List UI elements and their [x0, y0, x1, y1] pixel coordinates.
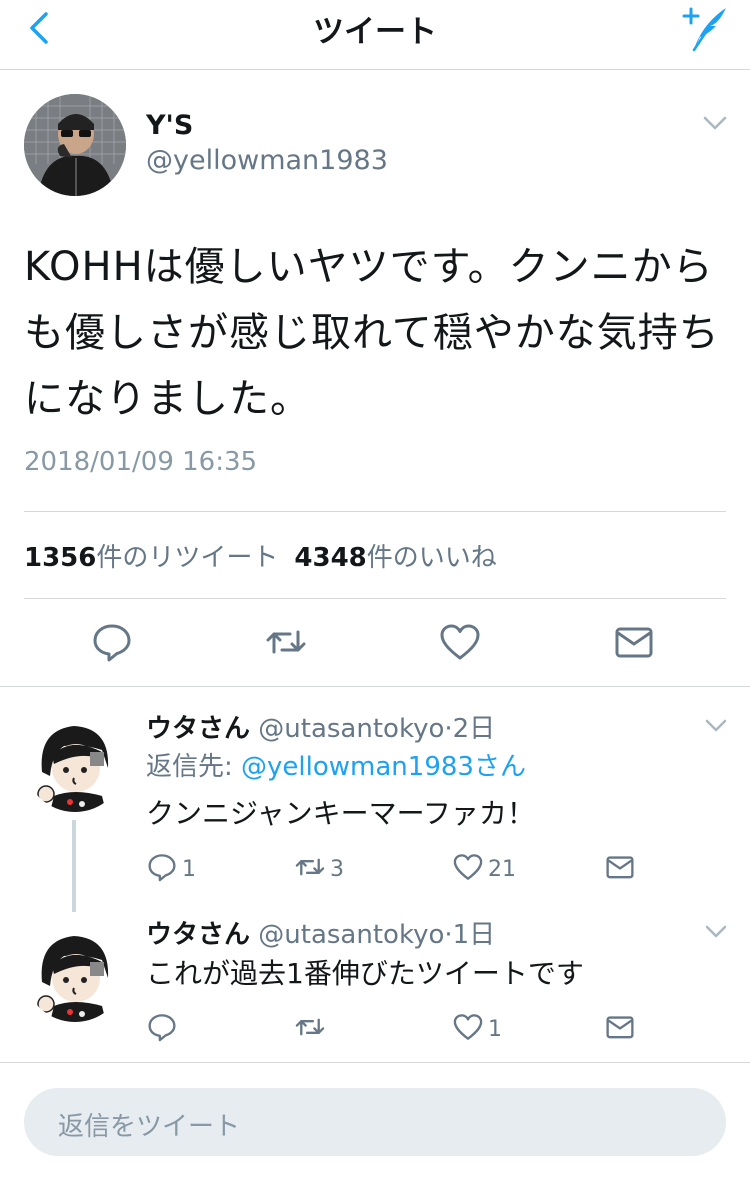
- like-count: 21: [488, 856, 516, 882]
- like-count-label[interactable]: 件のいいね: [367, 543, 497, 573]
- reply-header: ウタさん @utasantokyo·2日: [146, 708, 495, 745]
- like-count[interactable]: 4348: [294, 543, 366, 573]
- chevron-down-icon[interactable]: [702, 716, 730, 736]
- reply-author-name[interactable]: ウタさん: [146, 920, 250, 950]
- separator-dot: ·: [444, 920, 453, 950]
- divider: [24, 511, 726, 512]
- retweet-count-label[interactable]: 件のリツイート: [96, 543, 278, 573]
- message-envelope-icon: [604, 1011, 636, 1047]
- reply-button[interactable]: 1: [146, 851, 196, 887]
- reply-time: 2日: [452, 714, 496, 744]
- reply-avatar[interactable]: [24, 710, 126, 812]
- divider: [0, 1062, 750, 1063]
- top-nav-bar: ツイート: [0, 0, 750, 70]
- message-envelope-icon[interactable]: [612, 620, 656, 664]
- reply-icon[interactable]: [90, 620, 134, 664]
- reply-author-handle[interactable]: @utasantokyo: [258, 714, 444, 744]
- reply-to-line: 返信先: @yellowman1983さん: [146, 746, 526, 783]
- author-handle[interactable]: @yellowman1983: [146, 145, 388, 176]
- reply-to-mention[interactable]: @yellowman1983さん: [241, 752, 526, 782]
- reply-compose-input[interactable]: 返信をツイート: [24, 1088, 726, 1156]
- reply-text: クンニジャンキーマーファカ！: [146, 797, 535, 830]
- like-heart-icon[interactable]: [438, 620, 482, 664]
- separator-dot: ·: [444, 714, 453, 744]
- message-button[interactable]: [604, 851, 636, 887]
- reply-action-bar: 1: [146, 1011, 666, 1047]
- like-button[interactable]: 21: [452, 851, 516, 887]
- reply-button[interactable]: [146, 1011, 182, 1047]
- reply-author-handle[interactable]: @utasantokyo: [258, 920, 444, 950]
- like-heart-icon: [452, 1011, 484, 1047]
- retweet-count[interactable]: 1356: [24, 543, 96, 573]
- reply-author-name[interactable]: ウタさん: [146, 714, 250, 744]
- reply-avatar[interactable]: [24, 920, 126, 1022]
- reply-icon: [146, 851, 178, 887]
- reply-icon: [146, 1011, 178, 1047]
- author-avatar[interactable]: [24, 94, 126, 196]
- chevron-down-icon[interactable]: [700, 112, 730, 134]
- reply-time: 1日: [452, 920, 496, 950]
- author-name[interactable]: Y'S: [146, 110, 193, 141]
- tweet-action-bar: [0, 620, 750, 664]
- retweet-icon: [294, 1011, 326, 1047]
- retweet-button[interactable]: 3: [294, 851, 344, 887]
- like-heart-icon: [452, 851, 484, 887]
- retweet-icon: [294, 851, 326, 887]
- retweet-count: 3: [330, 856, 344, 882]
- thread-connector: [72, 820, 76, 912]
- reply-action-bar: 1 3 21: [146, 851, 666, 887]
- retweet-icon[interactable]: [264, 620, 308, 664]
- tweet-timestamp: 2018/01/09 16:35: [24, 447, 258, 477]
- reply-count: 1: [182, 856, 196, 882]
- retweet-button[interactable]: [294, 1011, 330, 1047]
- message-button[interactable]: [604, 1011, 636, 1047]
- chevron-down-icon[interactable]: [702, 922, 730, 942]
- divider: [0, 686, 750, 687]
- compose-placeholder: 返信をツイート: [58, 1112, 241, 1142]
- like-count: 1: [488, 1016, 502, 1042]
- tweet-stats: 1356件のリツイート 4348件のいいね: [24, 537, 497, 574]
- message-envelope-icon: [604, 851, 636, 887]
- like-button[interactable]: 1: [452, 1011, 502, 1047]
- divider: [24, 598, 726, 599]
- compose-quill-icon[interactable]: [680, 2, 732, 54]
- reply-to-prefix: 返信先:: [146, 752, 242, 782]
- reply-header: ウタさん @utasantokyo·1日: [146, 914, 495, 951]
- page-title: ツイート: [313, 14, 437, 50]
- reply-text: これが過去1番伸びたツイートです: [146, 957, 584, 990]
- tweet-text: KOHHは優しいヤツです。クンニからも優しさが感じ取れて穏やかな気持ちになりまし…: [24, 244, 720, 422]
